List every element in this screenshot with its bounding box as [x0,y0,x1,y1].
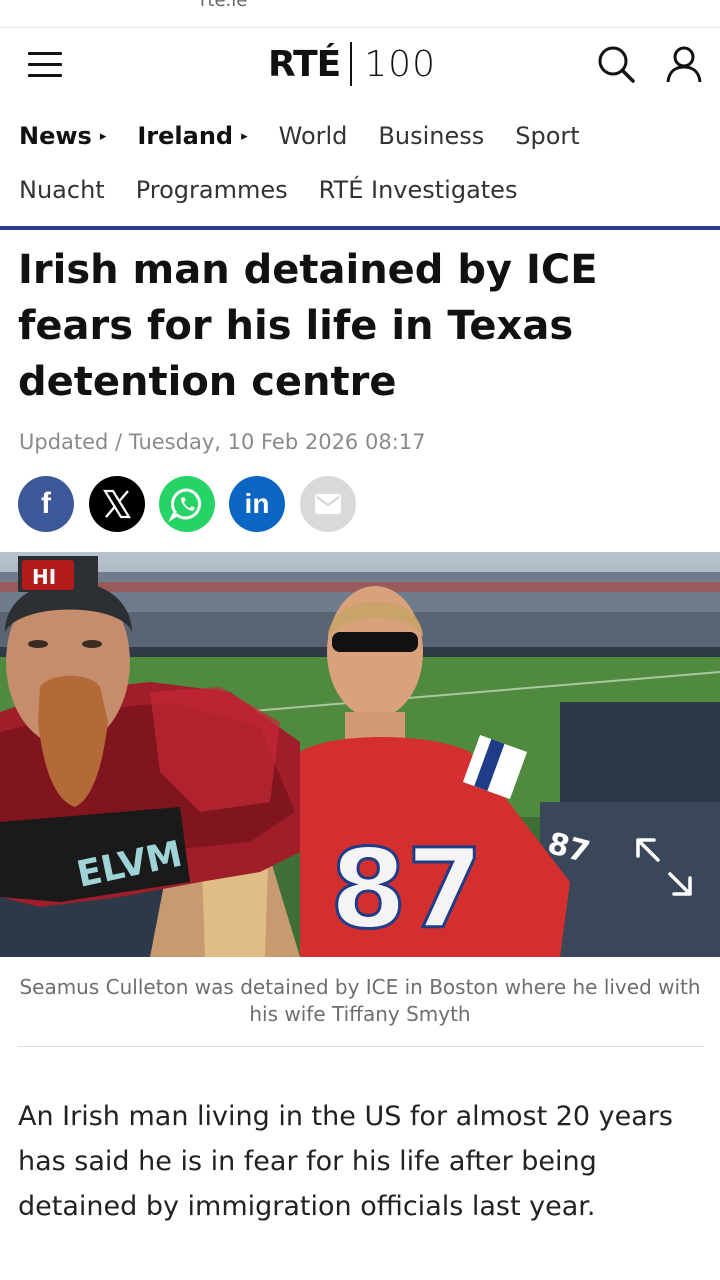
svg-text:HI: HI [32,565,56,589]
rte-100-logo[interactable]: RTÉ 100 [268,40,436,88]
linkedin-share-button[interactable]: in [229,476,285,532]
nav-item-business[interactable]: Business [378,122,484,150]
nav-item-ireland[interactable]: Ireland ▸ [137,122,247,150]
logo-anniversary: 100 [364,43,436,85]
nav-item-news[interactable]: News ▸ [19,122,106,150]
caret-right-icon: ▸ [241,128,248,144]
nav-item-programmes[interactable]: Programmes [136,176,288,204]
article-timestamp: Updated / Tuesday, 10 Feb 2026 08:17 [19,430,426,454]
nav-item-label: Ireland [137,122,234,150]
browser-top-strip: rte.ie [0,0,720,28]
x-share-button[interactable] [89,476,145,532]
svg-text:87: 87 [330,825,483,953]
logo-brand: RTÉ [268,43,341,85]
facebook-share-button[interactable]: f [18,476,74,532]
nav-item-rte-investigates[interactable]: RTÉ Investigates [319,176,518,204]
caption-divider [18,1046,704,1047]
user-icon[interactable] [664,44,704,84]
x-icon [103,489,131,519]
article-body-paragraph: An Irish man living in the US for almost… [18,1101,673,1222]
nav-item-label: News [19,122,92,150]
site-header: RTÉ 100 [0,28,720,106]
whatsapp-share-button[interactable] [159,476,215,532]
caret-right-icon: ▸ [99,128,107,144]
email-share-button[interactable] [300,476,356,532]
article-photo[interactable]: 87 87 ELVM HI [0,552,720,957]
linkedin-icon: in [244,488,270,519]
search-icon[interactable] [596,44,636,84]
whatsapp-icon [168,488,202,522]
nav-divider [0,226,720,230]
photo-caption: Seamus Culleton was detained by ICE in B… [19,975,701,1026]
nav-row-secondary: Nuacht Programmes RTÉ Investigates [19,170,548,210]
facebook-icon: f [41,487,51,520]
url-fragment: rte.ie [200,0,248,11]
section-nav: News ▸ Ireland ▸ World Business Sport Nuac… [0,106,720,226]
email-icon [315,494,341,514]
article-headline: Irish man detained by ICE fears for his … [18,247,598,405]
nav-item-world[interactable]: World [279,122,348,150]
expand-arrows-icon[interactable] [634,836,694,898]
hamburger-menu-icon[interactable] [28,52,62,78]
stadium-photo: 87 87 ELVM HI [0,552,720,957]
nav-row-primary: News ▸ Ireland ▸ World Business Sport [19,116,611,156]
nav-item-nuacht[interactable]: Nuacht [19,176,105,204]
logo-divider [350,42,353,86]
nav-item-sport[interactable]: Sport [515,122,579,150]
